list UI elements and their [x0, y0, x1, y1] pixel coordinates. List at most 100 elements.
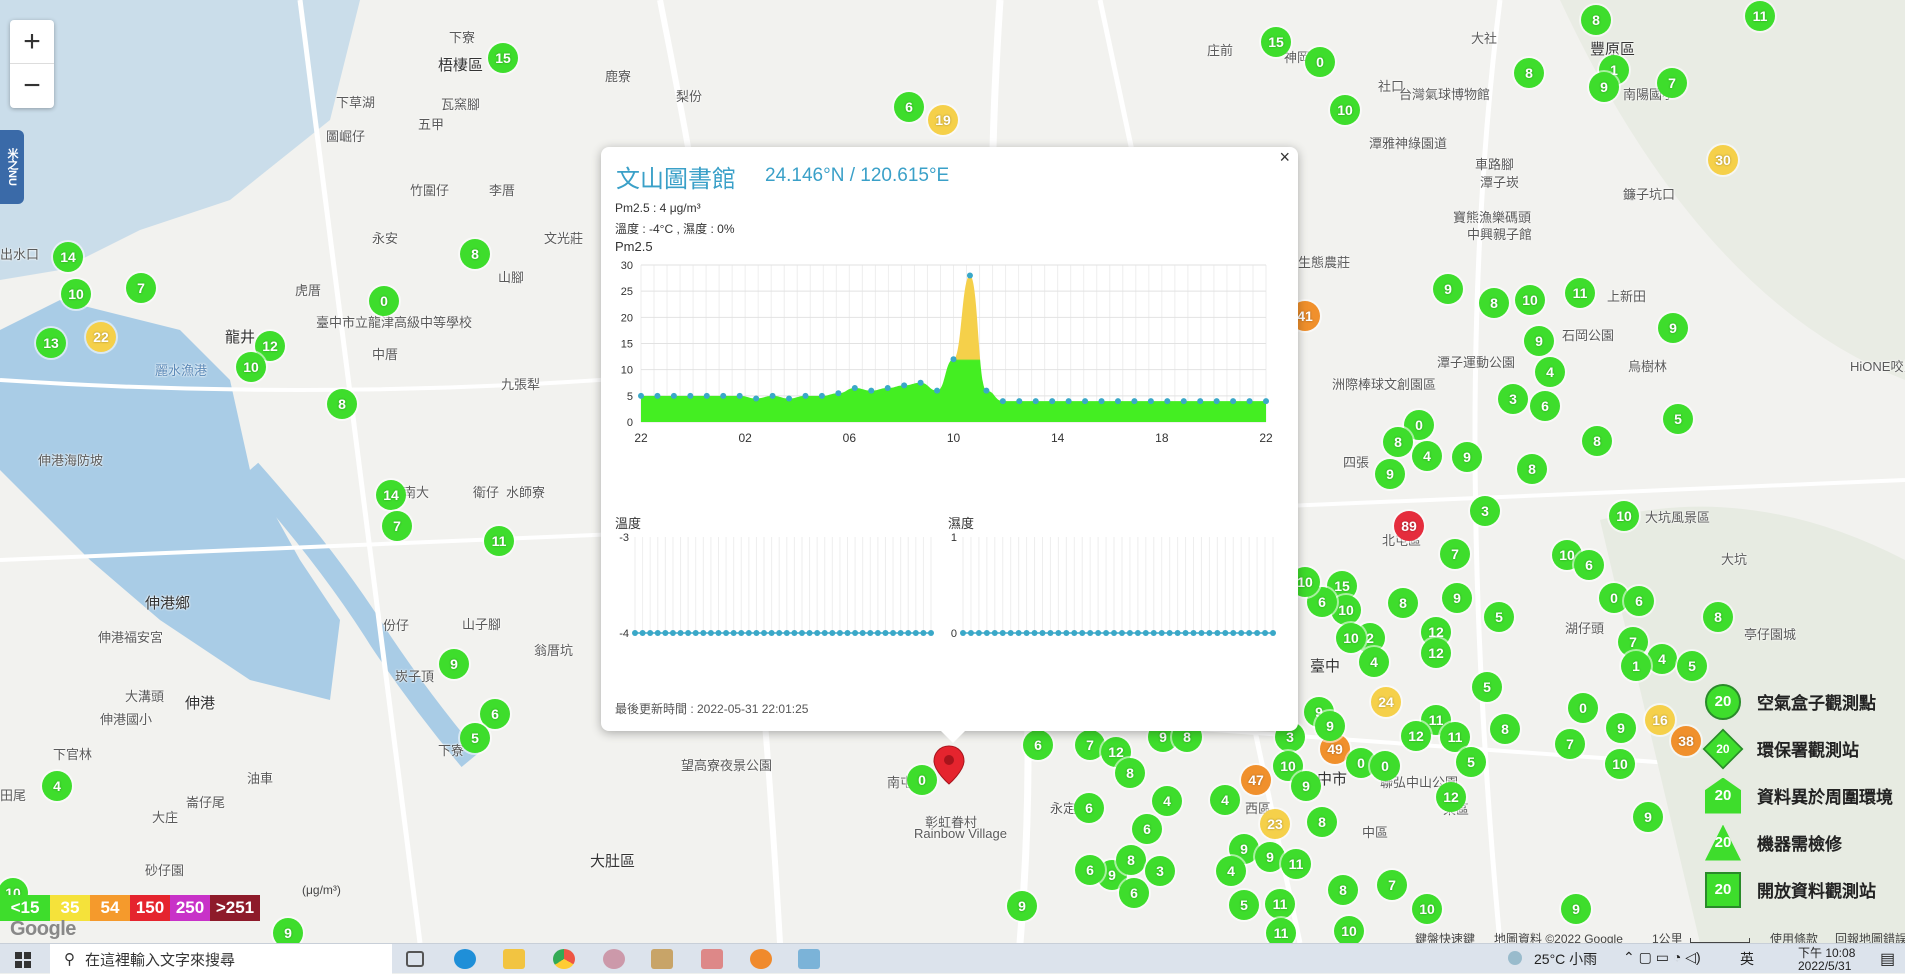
station-marker[interactable]: 6 [1624, 586, 1654, 616]
station-marker[interactable]: 8 [1116, 845, 1146, 875]
edge-icon[interactable] [454, 949, 476, 969]
file-explorer-icon[interactable] [503, 949, 525, 969]
station-marker[interactable]: 0 [1370, 751, 1400, 781]
station-marker[interactable]: 8 [327, 389, 357, 419]
station-marker[interactable]: 4 [1359, 647, 1389, 677]
station-marker[interactable]: 9 [1007, 891, 1037, 921]
station-marker[interactable]: 12 [1401, 721, 1431, 751]
station-marker[interactable]: 10 [1412, 894, 1442, 924]
station-marker[interactable]: 4 [1152, 786, 1182, 816]
station-marker[interactable]: 89 [1394, 511, 1424, 541]
station-marker[interactable]: 12 [1436, 782, 1466, 812]
station-marker[interactable]: 8 [1517, 454, 1547, 484]
clock-date[interactable]: 2022/5/31 [1798, 959, 1851, 973]
station-marker[interactable]: 8 [460, 239, 490, 269]
station-marker[interactable]: 7 [1657, 68, 1687, 98]
station-marker[interactable]: 9 [1633, 802, 1663, 832]
station-marker[interactable]: 6 [1075, 855, 1105, 885]
station-marker[interactable]: 15 [1261, 27, 1291, 57]
station-marker[interactable]: 8 [1388, 588, 1418, 618]
station-marker[interactable]: 6 [1074, 793, 1104, 823]
station-marker[interactable]: 10 [1330, 95, 1360, 125]
taskbar-search-box[interactable]: ⚲ 在這裡輸入文字來搜尋 [50, 944, 392, 974]
station-marker[interactable]: 6 [1119, 878, 1149, 908]
task-view-icon[interactable] [406, 951, 424, 967]
station-marker[interactable]: 1 [1621, 651, 1651, 681]
app-icon-3[interactable] [701, 949, 723, 969]
weather-text[interactable]: 25°C 小雨 [1534, 949, 1597, 969]
station-marker[interactable]: 6 [1132, 814, 1162, 844]
station-marker[interactable]: 38 [1671, 726, 1701, 756]
zoom-in-button[interactable]: + [10, 20, 54, 64]
station-marker[interactable]: 7 [126, 273, 156, 303]
station-marker[interactable]: 47 [1241, 765, 1271, 795]
station-marker[interactable]: 8 [1581, 5, 1611, 35]
station-marker[interactable]: 13 [36, 328, 66, 358]
station-marker[interactable]: 8 [1307, 807, 1337, 837]
station-marker[interactable]: 4 [1210, 785, 1240, 815]
station-marker[interactable]: 8 [1383, 427, 1413, 457]
location-pin-icon[interactable] [932, 744, 966, 786]
station-marker[interactable]: 5 [1484, 602, 1514, 632]
station-marker[interactable]: 10 [1334, 916, 1364, 943]
station-marker[interactable]: 9 [1433, 274, 1463, 304]
windows-start-icon[interactable] [15, 952, 31, 968]
station-marker[interactable]: 6 [1574, 550, 1604, 580]
station-marker[interactable]: 7 [1555, 729, 1585, 759]
station-marker[interactable]: 11 [1565, 278, 1595, 308]
station-marker[interactable]: 9 [273, 918, 303, 943]
station-marker[interactable]: 19 [928, 105, 958, 135]
station-marker[interactable]: 16 [1645, 705, 1675, 735]
station-marker[interactable]: 6 [894, 92, 924, 122]
station-marker[interactable]: 5 [1229, 890, 1259, 920]
station-marker[interactable]: 9 [1561, 894, 1591, 924]
station-marker[interactable]: 30 [1708, 145, 1738, 175]
station-marker[interactable]: 11 [1266, 918, 1296, 943]
station-marker[interactable]: 10 [1609, 501, 1639, 531]
station-marker[interactable]: 9 [1315, 711, 1345, 741]
station-marker[interactable]: 9 [1442, 583, 1472, 613]
station-marker[interactable]: 8 [1115, 758, 1145, 788]
station-marker[interactable]: 3 [1498, 384, 1528, 414]
station-marker[interactable]: 8 [1328, 875, 1358, 905]
station-marker[interactable]: 5 [1663, 404, 1693, 434]
station-marker[interactable]: 3 [1145, 856, 1175, 886]
station-marker[interactable]: 11 [1265, 889, 1295, 919]
station-marker[interactable]: 6 [480, 699, 510, 729]
chrome-icon[interactable] [553, 949, 575, 969]
zoom-out-button[interactable]: − [10, 64, 54, 108]
station-marker[interactable]: 5 [460, 723, 490, 753]
station-marker[interactable]: 9 [1658, 313, 1688, 343]
station-marker[interactable]: 7 [1377, 870, 1407, 900]
station-marker[interactable]: 3 [1470, 496, 1500, 526]
station-marker[interactable]: 14 [376, 480, 406, 510]
station-marker[interactable]: 14 [53, 242, 83, 272]
station-marker[interactable]: 9 [1291, 771, 1321, 801]
station-marker[interactable]: 8 [1479, 288, 1509, 318]
station-marker[interactable]: 23 [1260, 809, 1290, 839]
station-marker[interactable]: 4 [1412, 441, 1442, 471]
station-marker[interactable]: 9 [1524, 326, 1554, 356]
side-menu-tab[interactable]: 米之NU [0, 130, 24, 204]
station-marker[interactable]: 8 [1514, 58, 1544, 88]
station-marker[interactable]: 9 [1606, 713, 1636, 743]
station-marker[interactable]: 24 [1371, 687, 1401, 717]
station-marker[interactable]: 11 [1281, 849, 1311, 879]
station-marker[interactable]: 6 [1023, 730, 1053, 760]
station-marker[interactable]: 8 [1703, 602, 1733, 632]
station-marker[interactable]: 0 [369, 286, 399, 316]
station-marker[interactable]: 10 [1515, 285, 1545, 315]
station-marker[interactable]: 22 [86, 322, 116, 352]
station-marker[interactable]: 7 [382, 511, 412, 541]
station-marker[interactable]: 15 [488, 43, 518, 73]
station-marker[interactable]: 0 [1568, 693, 1598, 723]
station-marker[interactable]: 9 [1452, 442, 1482, 472]
app-icon-1[interactable] [603, 949, 625, 969]
station-marker[interactable]: 9 [1589, 72, 1619, 102]
station-marker[interactable]: 5 [1677, 651, 1707, 681]
station-marker[interactable]: 8 [1582, 426, 1612, 456]
station-marker[interactable]: 4 [1216, 856, 1246, 886]
station-marker[interactable]: 8 [1490, 714, 1520, 744]
station-marker[interactable]: 7 [1440, 539, 1470, 569]
station-marker[interactable]: 11 [484, 526, 514, 556]
